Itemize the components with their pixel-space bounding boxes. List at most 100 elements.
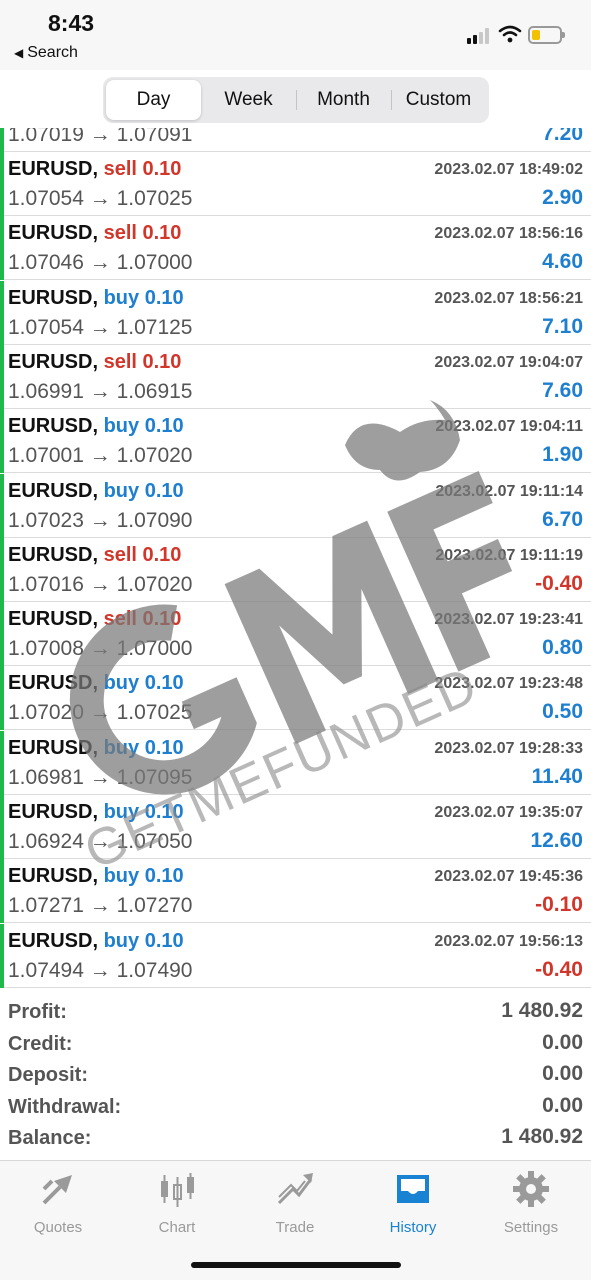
deal-row[interactable]: EURUSD, buy 0.10 1.07054 → 1.07125 2023.02… xyxy=(0,280,591,345)
deal-side: buy 0.10 xyxy=(103,801,184,823)
deal-symbol-line: EURUSD, sell 0.10 xyxy=(8,544,181,567)
deal-symbol-line: EURUSD, buy 0.10 xyxy=(8,672,184,695)
deal-indicator xyxy=(0,344,4,409)
deal-side: sell 0.10 xyxy=(103,350,182,373)
summary-row-profit: Profit: 1 480.92 xyxy=(0,997,591,1028)
deal-row[interactable]: EURUSD, buy 0.10 1.06981 → 1.07095 2023.02… xyxy=(0,730,591,795)
deal-side: sell 0.10 xyxy=(103,222,182,245)
tab-history[interactable]: History xyxy=(363,1169,463,1239)
deal-prices: 1.07046 → 1.07000 xyxy=(8,251,193,275)
deal-symbol-line: EURUSD, buy 0.10 xyxy=(8,801,184,824)
deal-symbol-line: EURUSD, sell 0.10 xyxy=(8,158,181,181)
segment-month[interactable]: Month xyxy=(296,80,391,120)
deal-indicator xyxy=(0,537,4,602)
summary-row-withdrawal: Withdrawal: 0.00 xyxy=(0,1092,591,1123)
summary-row-deposit: Deposit: 0.00 xyxy=(0,1060,591,1091)
deal-row[interactable]: EURUSD, buy 0.10 1.07494 → 1.07490 2023.02… xyxy=(0,923,591,988)
tab-label: Chart xyxy=(158,1219,196,1236)
deal-prices: 1.07020 → 1.07025 xyxy=(8,701,193,725)
status-time: 8:43 xyxy=(48,10,95,36)
segment-day[interactable]: Day xyxy=(106,80,201,120)
deal-profit: 7.10 xyxy=(542,314,583,338)
tab-trade[interactable]: Trade xyxy=(245,1169,345,1239)
summary-row-balance: Balance: 1 480.92 xyxy=(0,1123,591,1154)
deal-indicator xyxy=(0,409,4,474)
deal-symbol-line: EURUSD, buy 0.10 xyxy=(8,287,184,310)
deal-indicator xyxy=(0,602,4,667)
deal-row[interactable]: EURUSD, buy 0.10 1.07271 → 1.07270 2023.02… xyxy=(0,859,591,924)
deal-profit: 7.60 xyxy=(542,378,583,402)
deal-row[interactable]: EURUSD, sell 0.10 1.07054 → 1.07025 2023.0… xyxy=(0,152,591,216)
home-indicator xyxy=(191,1262,401,1268)
deal-row[interactable]: EURUSD, sell 0.10 1.06991 → 1.06915 2023.0… xyxy=(0,344,591,409)
deal-prices: 1.06991 → 1.06915 xyxy=(8,379,193,403)
deal-datetime: 2023.02.07 18:56:21 xyxy=(434,289,583,307)
tab-quotes[interactable]: Quotes xyxy=(8,1169,108,1239)
deal-profit: 2.90 xyxy=(542,186,583,209)
deal-indicator xyxy=(0,795,4,859)
summary-value: 1 480.92 xyxy=(501,1125,583,1148)
deal-datetime: 2023.02.07 19:28:33 xyxy=(434,739,583,757)
deal-prices: 1.07008 → 1.07000 xyxy=(8,637,193,661)
deal-side: sell 0.10 xyxy=(103,158,182,180)
back-arrow-icon: ◀ xyxy=(14,46,24,60)
deal-symbol-line: EURUSD, buy 0.10 xyxy=(8,930,184,953)
deal-datetime: 2023.02.07 19:45:36 xyxy=(434,868,583,886)
status-bar: 8:43 ◀ Search xyxy=(0,0,591,70)
deal-row[interactable]: EURUSD, buy 0.10 1.07023 → 1.07090 2023.02… xyxy=(0,473,591,538)
deal-row[interactable]: EURUSD, buy 0.10 1.07001 → 1.07020 2023.02… xyxy=(0,409,591,474)
deal-side: buy 0.10 xyxy=(103,415,184,438)
deal-side: sell 0.10 xyxy=(103,608,182,631)
deal-profit: 11.40 xyxy=(531,764,583,788)
deal-symbol: EURUSD, xyxy=(8,929,99,952)
tab-chart[interactable]: Chart xyxy=(127,1169,227,1239)
deal-row[interactable]: EURUSD, buy 0.10 1.06924 → 1.07050 2023.02… xyxy=(0,795,591,859)
summary-label: Profit: xyxy=(8,1001,67,1023)
deal-symbol: EURUSD, xyxy=(8,543,99,566)
tab-label: Quotes xyxy=(33,1219,83,1236)
segment-custom[interactable]: Custom xyxy=(391,80,486,120)
back-to-search-link[interactable]: ◀ Search xyxy=(14,44,78,62)
deal-symbol: EURUSD, xyxy=(8,415,99,438)
deal-profit: -0.40 xyxy=(535,957,583,981)
deal-row[interactable]: EURUSD, sell 0.10 1.07046 → 1.07000 2023.0… xyxy=(0,216,591,281)
segment-week[interactable]: Week xyxy=(201,80,296,120)
summary-label: Balance: xyxy=(8,1127,92,1149)
deal-prices: 1.07054 → 1.07125 xyxy=(8,315,193,339)
chart-icon xyxy=(161,1173,194,1207)
deal-profit: 12.60 xyxy=(530,829,583,852)
period-segmented-control: Day Week Month Custom xyxy=(103,77,489,123)
tab-label: Settings xyxy=(503,1219,559,1236)
deal-indicator xyxy=(0,666,4,731)
deal-profit: -0.40 xyxy=(535,571,583,595)
deal-symbol: EURUSD, xyxy=(8,736,99,759)
deal-indicator xyxy=(0,128,4,152)
deal-symbol: EURUSD, xyxy=(8,865,99,888)
deal-indicator xyxy=(0,473,4,538)
deal-side: buy 0.10 xyxy=(103,479,184,502)
deal-indicator xyxy=(0,216,4,281)
tab-label: Trade xyxy=(275,1219,315,1236)
deal-symbol-line: EURUSD, buy 0.10 xyxy=(8,415,184,438)
deal-symbol: EURUSD, xyxy=(8,608,99,631)
deal-profit: 1.90 xyxy=(542,443,583,467)
deals-list[interactable]: 1.07019 → 1.07091 7.20 EURUSD, sell 0.10… xyxy=(0,128,591,988)
wifi-icon xyxy=(498,25,522,43)
deal-side: buy 0.10 xyxy=(103,929,184,952)
back-label: Search xyxy=(27,44,78,61)
tab-settings[interactable]: Settings xyxy=(481,1169,581,1239)
deal-prices: 1.07023 → 1.07090 xyxy=(8,508,193,532)
deal-symbol: EURUSD, xyxy=(8,801,99,823)
deal-symbol: EURUSD, xyxy=(8,479,99,502)
deal-row[interactable]: EURUSD, buy 0.10 1.07020 → 1.07025 2023.02… xyxy=(0,666,591,731)
deal-prices: 1.07019 → 1.07091 xyxy=(8,128,193,146)
history-icon xyxy=(397,1175,429,1203)
deal-symbol-line: EURUSD, sell 0.10 xyxy=(8,608,181,631)
deal-side: buy 0.10 xyxy=(103,286,184,309)
deal-row[interactable]: EURUSD, sell 0.10 1.07016 → 1.07020 2023.0… xyxy=(0,537,591,602)
deal-row-partial[interactable]: 1.07019 → 1.07091 7.20 xyxy=(0,128,591,152)
deal-symbol-line: EURUSD, sell 0.10 xyxy=(8,222,181,245)
summary-value: 0.00 xyxy=(542,1031,583,1054)
deal-row[interactable]: EURUSD, sell 0.10 1.07008 → 1.07000 2023.0… xyxy=(0,602,591,667)
deal-datetime: 2023.02.07 19:56:13 xyxy=(434,932,583,950)
